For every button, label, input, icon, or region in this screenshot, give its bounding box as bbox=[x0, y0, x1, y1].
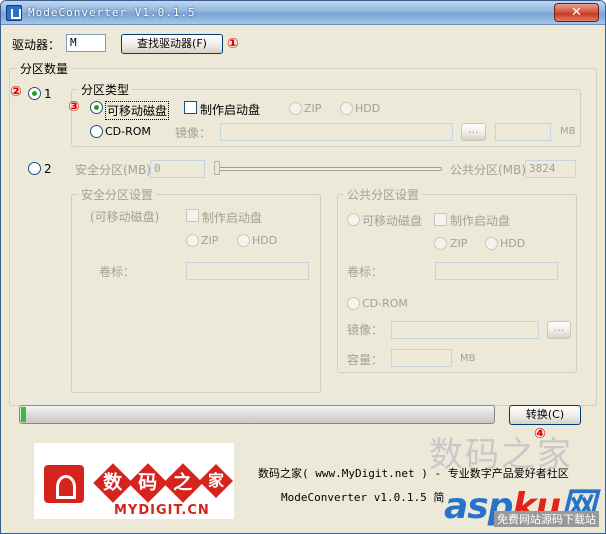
public-cdrom-label: CD-ROM bbox=[362, 297, 408, 310]
public-make-boot-label: 制作启动盘 bbox=[450, 214, 511, 228]
conversion-progress-bar bbox=[19, 405, 495, 424]
annotation-2: ② bbox=[10, 84, 22, 100]
public-zip-label: ZIP bbox=[450, 237, 468, 250]
public-image-browse-button[interactable]: ... bbox=[547, 321, 571, 339]
close-button[interactable]: ✕ bbox=[554, 3, 599, 22]
public-zip-radio[interactable] bbox=[434, 237, 447, 250]
app-window: ModeConverter V1.0.1.5 ✕ 驱动器： M 查找驱动器(F)… bbox=[0, 0, 606, 534]
public-hdd-label: HDD bbox=[500, 237, 526, 250]
public-capacity-input[interactable] bbox=[391, 349, 452, 367]
public-image-input[interactable] bbox=[391, 321, 539, 339]
logo-tile-1: 数 bbox=[93, 463, 133, 503]
partition-type-title: 分区类型 bbox=[78, 81, 133, 98]
footer-line-2: ModeConverter v1.0.1.5 简 bbox=[281, 491, 445, 504]
secure-zip-radio[interactable] bbox=[186, 234, 199, 247]
public-volume-label: 卷标： bbox=[347, 265, 384, 279]
mydigit-logo: 数 码 之 家 MYDIGIT.CN bbox=[34, 443, 234, 519]
secure-make-boot-checkbox[interactable] bbox=[186, 209, 199, 222]
title-bar[interactable]: ModeConverter V1.0.1.5 ✕ bbox=[1, 1, 605, 25]
zip-label: ZIP bbox=[304, 102, 322, 115]
image-path-input[interactable] bbox=[220, 123, 453, 141]
secure-zip-label: ZIP bbox=[201, 234, 219, 247]
size-slider-thumb[interactable] bbox=[214, 161, 220, 175]
logo-tile-3: 之 bbox=[163, 463, 203, 503]
public-hdd-radio[interactable] bbox=[485, 237, 498, 250]
public-cdrom-radio[interactable] bbox=[347, 297, 360, 310]
public-removable-label: 可移动磁盘 bbox=[362, 214, 423, 228]
watermark-sub: 免费网站源码下载站 bbox=[494, 511, 599, 527]
secure-volume-label: 卷标： bbox=[99, 265, 136, 279]
public-volume-input[interactable] bbox=[435, 262, 558, 280]
app-icon bbox=[6, 5, 22, 21]
make-boot-checkbox[interactable] bbox=[184, 101, 197, 114]
house-logo-icon bbox=[44, 465, 84, 503]
progress-fill bbox=[21, 407, 26, 422]
logo-text: MYDIGIT.CN bbox=[114, 503, 210, 518]
public-capacity-mb-label: MB bbox=[460, 353, 476, 364]
image-browse-button[interactable]: ... bbox=[461, 123, 486, 141]
public-capacity-label: 容量： bbox=[347, 353, 384, 367]
size-slider-track[interactable] bbox=[214, 167, 442, 171]
logo-tile-2: 码 bbox=[128, 463, 168, 503]
partition-count-2-label: 2 bbox=[44, 162, 52, 176]
removable-disk-radio[interactable] bbox=[90, 101, 103, 114]
public-removable-radio[interactable] bbox=[347, 213, 360, 226]
public-make-boot-checkbox[interactable] bbox=[434, 213, 447, 226]
public-size-input[interactable]: 3824 bbox=[525, 160, 576, 178]
convert-button[interactable]: 转换(C) bbox=[509, 405, 581, 425]
secure-size-label: 安全分区(MB) bbox=[75, 163, 151, 177]
image-label: 镜像： bbox=[175, 126, 212, 140]
partition-count-title: 分区数量 bbox=[17, 60, 72, 77]
find-drive-button[interactable]: 查找驱动器(F) bbox=[121, 34, 223, 54]
partition-count-1-radio[interactable] bbox=[28, 87, 41, 100]
client-area: 驱动器： M 查找驱动器(F) ① 分区数量 ② 1 分区类型 ③ 可移动磁盘 … bbox=[4, 25, 602, 532]
secure-hdd-radio[interactable] bbox=[237, 234, 250, 247]
secure-hdd-label: HDD bbox=[252, 234, 278, 247]
hdd-label: HDD bbox=[355, 102, 381, 115]
drive-label: 驱动器： bbox=[12, 38, 61, 52]
zip-radio[interactable] bbox=[289, 102, 302, 115]
image-size-input[interactable] bbox=[495, 123, 551, 141]
public-image-label: 镜像： bbox=[347, 323, 384, 337]
secure-size-input[interactable]: 0 bbox=[150, 160, 205, 178]
secure-settings-title: 安全分区设置 bbox=[78, 186, 157, 203]
secure-volume-input[interactable] bbox=[186, 262, 309, 280]
public-size-label: 公共分区(MB) bbox=[450, 163, 526, 177]
public-settings-title: 公共分区设置 bbox=[344, 186, 423, 203]
secure-make-boot-label: 制作启动盘 bbox=[202, 211, 263, 225]
annotation-1: ① bbox=[227, 36, 239, 52]
watermark-top: 数码之家 bbox=[429, 435, 573, 475]
logo-tile-4: 家 bbox=[199, 464, 233, 498]
drive-input[interactable]: M bbox=[66, 34, 106, 52]
removable-disk-label: 可移动磁盘 bbox=[105, 101, 170, 120]
make-boot-label: 制作启动盘 bbox=[200, 103, 261, 117]
partition-count-2-radio[interactable] bbox=[28, 162, 41, 175]
secure-removable-label: (可移动磁盘) bbox=[90, 210, 160, 224]
partition-count-1-label: 1 bbox=[44, 87, 52, 101]
cdrom-label: CD-ROM bbox=[105, 125, 151, 138]
window-title: ModeConverter V1.0.1.5 bbox=[28, 6, 196, 19]
annotation-3: ③ bbox=[68, 99, 80, 115]
image-mb-label: MB bbox=[560, 126, 576, 137]
cdrom-radio[interactable] bbox=[90, 125, 103, 138]
hdd-radio[interactable] bbox=[340, 102, 353, 115]
